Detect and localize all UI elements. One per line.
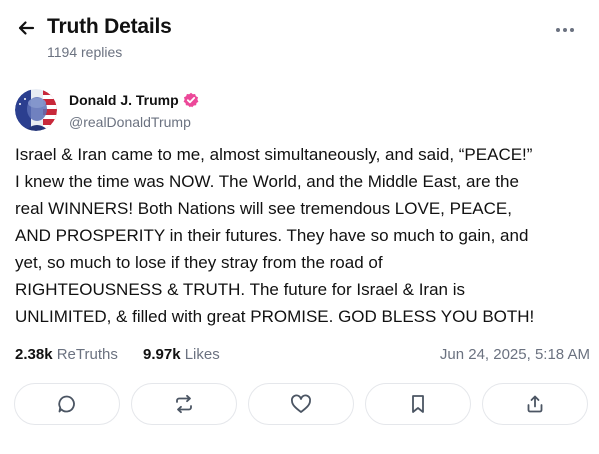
likes-stat[interactable]: 9.97k Likes: [143, 346, 220, 363]
avatar[interactable]: [15, 89, 57, 131]
likes-count: 9.97k: [143, 346, 181, 363]
verified-badge-icon: [183, 92, 199, 108]
author-handle[interactable]: @realDonaldTrump: [69, 114, 191, 130]
back-button[interactable]: [14, 16, 38, 40]
action-bar: [14, 383, 590, 427]
share-button[interactable]: [482, 383, 588, 425]
post-line: RIGHTEOUSNESS & TRUTH. The future for Is…: [15, 280, 465, 299]
post-line: AND PROSPERITY in their futures. They ha…: [15, 226, 529, 245]
post-line: real WINNERS! Both Nations will see trem…: [15, 199, 512, 218]
bookmark-icon: [410, 394, 426, 414]
bookmark-button[interactable]: [365, 383, 471, 425]
author-name[interactable]: Donald J. Trump: [69, 92, 179, 108]
post-line: Israel & Iran came to me, almost simulta…: [15, 145, 533, 164]
post-line: UNLIMITED, & filled with great PROMISE. …: [15, 307, 535, 326]
likes-label: Likes: [184, 346, 220, 363]
arrow-left-icon: [16, 18, 36, 38]
post-line: yet, so much to lose if they stray from …: [15, 253, 383, 272]
ellipsis-icon: [555, 27, 575, 33]
reply-icon: [57, 394, 77, 414]
reply-count: 1194 replies: [47, 44, 123, 60]
post-line: I knew the time was NOW. The World, and …: [15, 172, 519, 191]
retruths-count: 2.38k: [15, 346, 53, 363]
share-icon: [525, 394, 545, 414]
post-text: Israel & Iran came to me, almost simulta…: [15, 141, 590, 330]
like-button[interactable]: [248, 383, 354, 425]
retruth-icon: [174, 394, 194, 414]
more-options-button[interactable]: [552, 18, 578, 42]
post-stats: 2.38k ReTruths 9.97k Likes Jun 24, 2025,…: [15, 346, 590, 366]
header-bar: Truth Details 1194 replies: [0, 0, 599, 72]
retruths-stat[interactable]: 2.38k ReTruths: [15, 346, 118, 363]
page-title: Truth Details: [47, 15, 172, 38]
post-timestamp: Jun 24, 2025, 5:18 AM: [439, 346, 590, 363]
retruths-label: ReTruths: [56, 346, 118, 363]
retruth-button[interactable]: [131, 383, 237, 425]
heart-icon: [290, 394, 312, 414]
reply-button[interactable]: [14, 383, 120, 425]
